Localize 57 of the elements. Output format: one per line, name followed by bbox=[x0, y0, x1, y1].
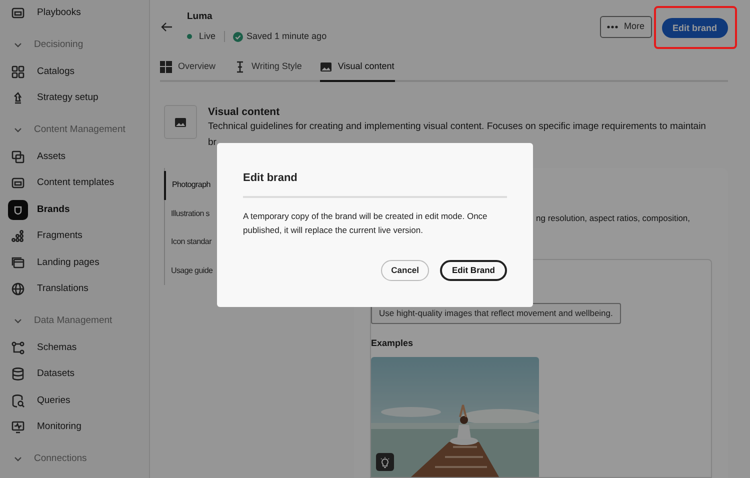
sidebar-item[interactable]: Monitoring bbox=[37, 420, 82, 434]
dialog-title: Edit brand bbox=[243, 170, 507, 198]
window-icon bbox=[11, 256, 25, 270]
examples-heading: Examples bbox=[371, 336, 414, 350]
sidebar-item[interactable]: Translations bbox=[37, 282, 88, 296]
section-label[interactable]: Content Management bbox=[34, 122, 126, 138]
dots-icon bbox=[11, 229, 25, 244]
tab[interactable]: Visual content bbox=[320, 53, 396, 82]
sidebar-item[interactable]: Playbooks bbox=[37, 6, 81, 20]
lightbulb-icon bbox=[380, 456, 390, 468]
grid-icon bbox=[11, 64, 25, 79]
status-label: Live bbox=[199, 30, 216, 44]
image-stack-icon bbox=[11, 150, 25, 164]
section-label[interactable]: Connections bbox=[34, 452, 87, 466]
window-icon bbox=[11, 6, 25, 20]
section-description: br bbox=[208, 136, 216, 150]
section-label[interactable]: Data Management bbox=[34, 314, 112, 328]
image-icon bbox=[175, 118, 186, 126]
lightbulb-button[interactable] bbox=[376, 453, 394, 472]
back-button[interactable] bbox=[161, 20, 173, 33]
tab[interactable]: Writing Style bbox=[234, 53, 302, 82]
flow-icon bbox=[11, 340, 25, 355]
monitor-icon bbox=[11, 420, 25, 434]
brand-title: Luma bbox=[187, 10, 214, 24]
sidebar-item[interactable]: Catalogs bbox=[37, 64, 74, 79]
tab[interactable]: Overview bbox=[160, 53, 216, 82]
more-button[interactable]: More bbox=[600, 16, 652, 38]
check-circle-icon bbox=[232, 32, 243, 42]
sidebar-item[interactable]: Brands bbox=[37, 202, 70, 217]
edit-brand-button[interactable]: Edit brand bbox=[662, 18, 728, 38]
subnav-item[interactable]: Illustration s bbox=[165, 200, 216, 228]
guideline-text: ng resolution, aspect ratios, composition, bbox=[536, 212, 690, 225]
section-title: Visual content bbox=[208, 105, 281, 119]
section-description: Technical guidelines for creating and implementing visual content. Focuses on specific image requirements to maintain bbox=[208, 120, 706, 134]
grid-layout-icon bbox=[160, 60, 172, 73]
sidebar-item[interactable]: Fragments bbox=[37, 229, 82, 244]
confirm-button[interactable]: Edit Brand bbox=[440, 260, 507, 281]
dialog-message: A temporary copy of the brand will be created in edit mode. Once published, it will replace the current live version. bbox=[243, 210, 488, 236]
ellipsis-icon bbox=[606, 24, 618, 29]
database-icon bbox=[11, 367, 25, 382]
sidebar-item[interactable]: Assets bbox=[37, 150, 66, 164]
image-icon bbox=[320, 60, 332, 73]
subnav-item[interactable]: Usage guide bbox=[165, 256, 216, 285]
back-arrow-icon bbox=[161, 22, 173, 32]
section-label[interactable]: Decisioning bbox=[34, 38, 84, 52]
sidebar-item[interactable]: Landing pages bbox=[37, 256, 100, 270]
saved-status: Saved 1 minute ago bbox=[246, 30, 327, 44]
cancel-button[interactable]: Cancel bbox=[381, 260, 430, 281]
sidebar-item[interactable]: Queries bbox=[37, 394, 70, 408]
globe-icon bbox=[11, 282, 25, 296]
subnav-item[interactable]: Icon standar bbox=[165, 228, 216, 256]
database-search-icon bbox=[11, 394, 25, 408]
sidebar-item[interactable]: Strategy setup bbox=[37, 91, 98, 106]
sidebar-item[interactable]: Schemas bbox=[37, 340, 77, 355]
sidebar-item[interactable]: Content templates bbox=[37, 176, 114, 190]
sidebar-item[interactable]: Datasets bbox=[37, 367, 74, 382]
window-icon bbox=[11, 176, 25, 190]
